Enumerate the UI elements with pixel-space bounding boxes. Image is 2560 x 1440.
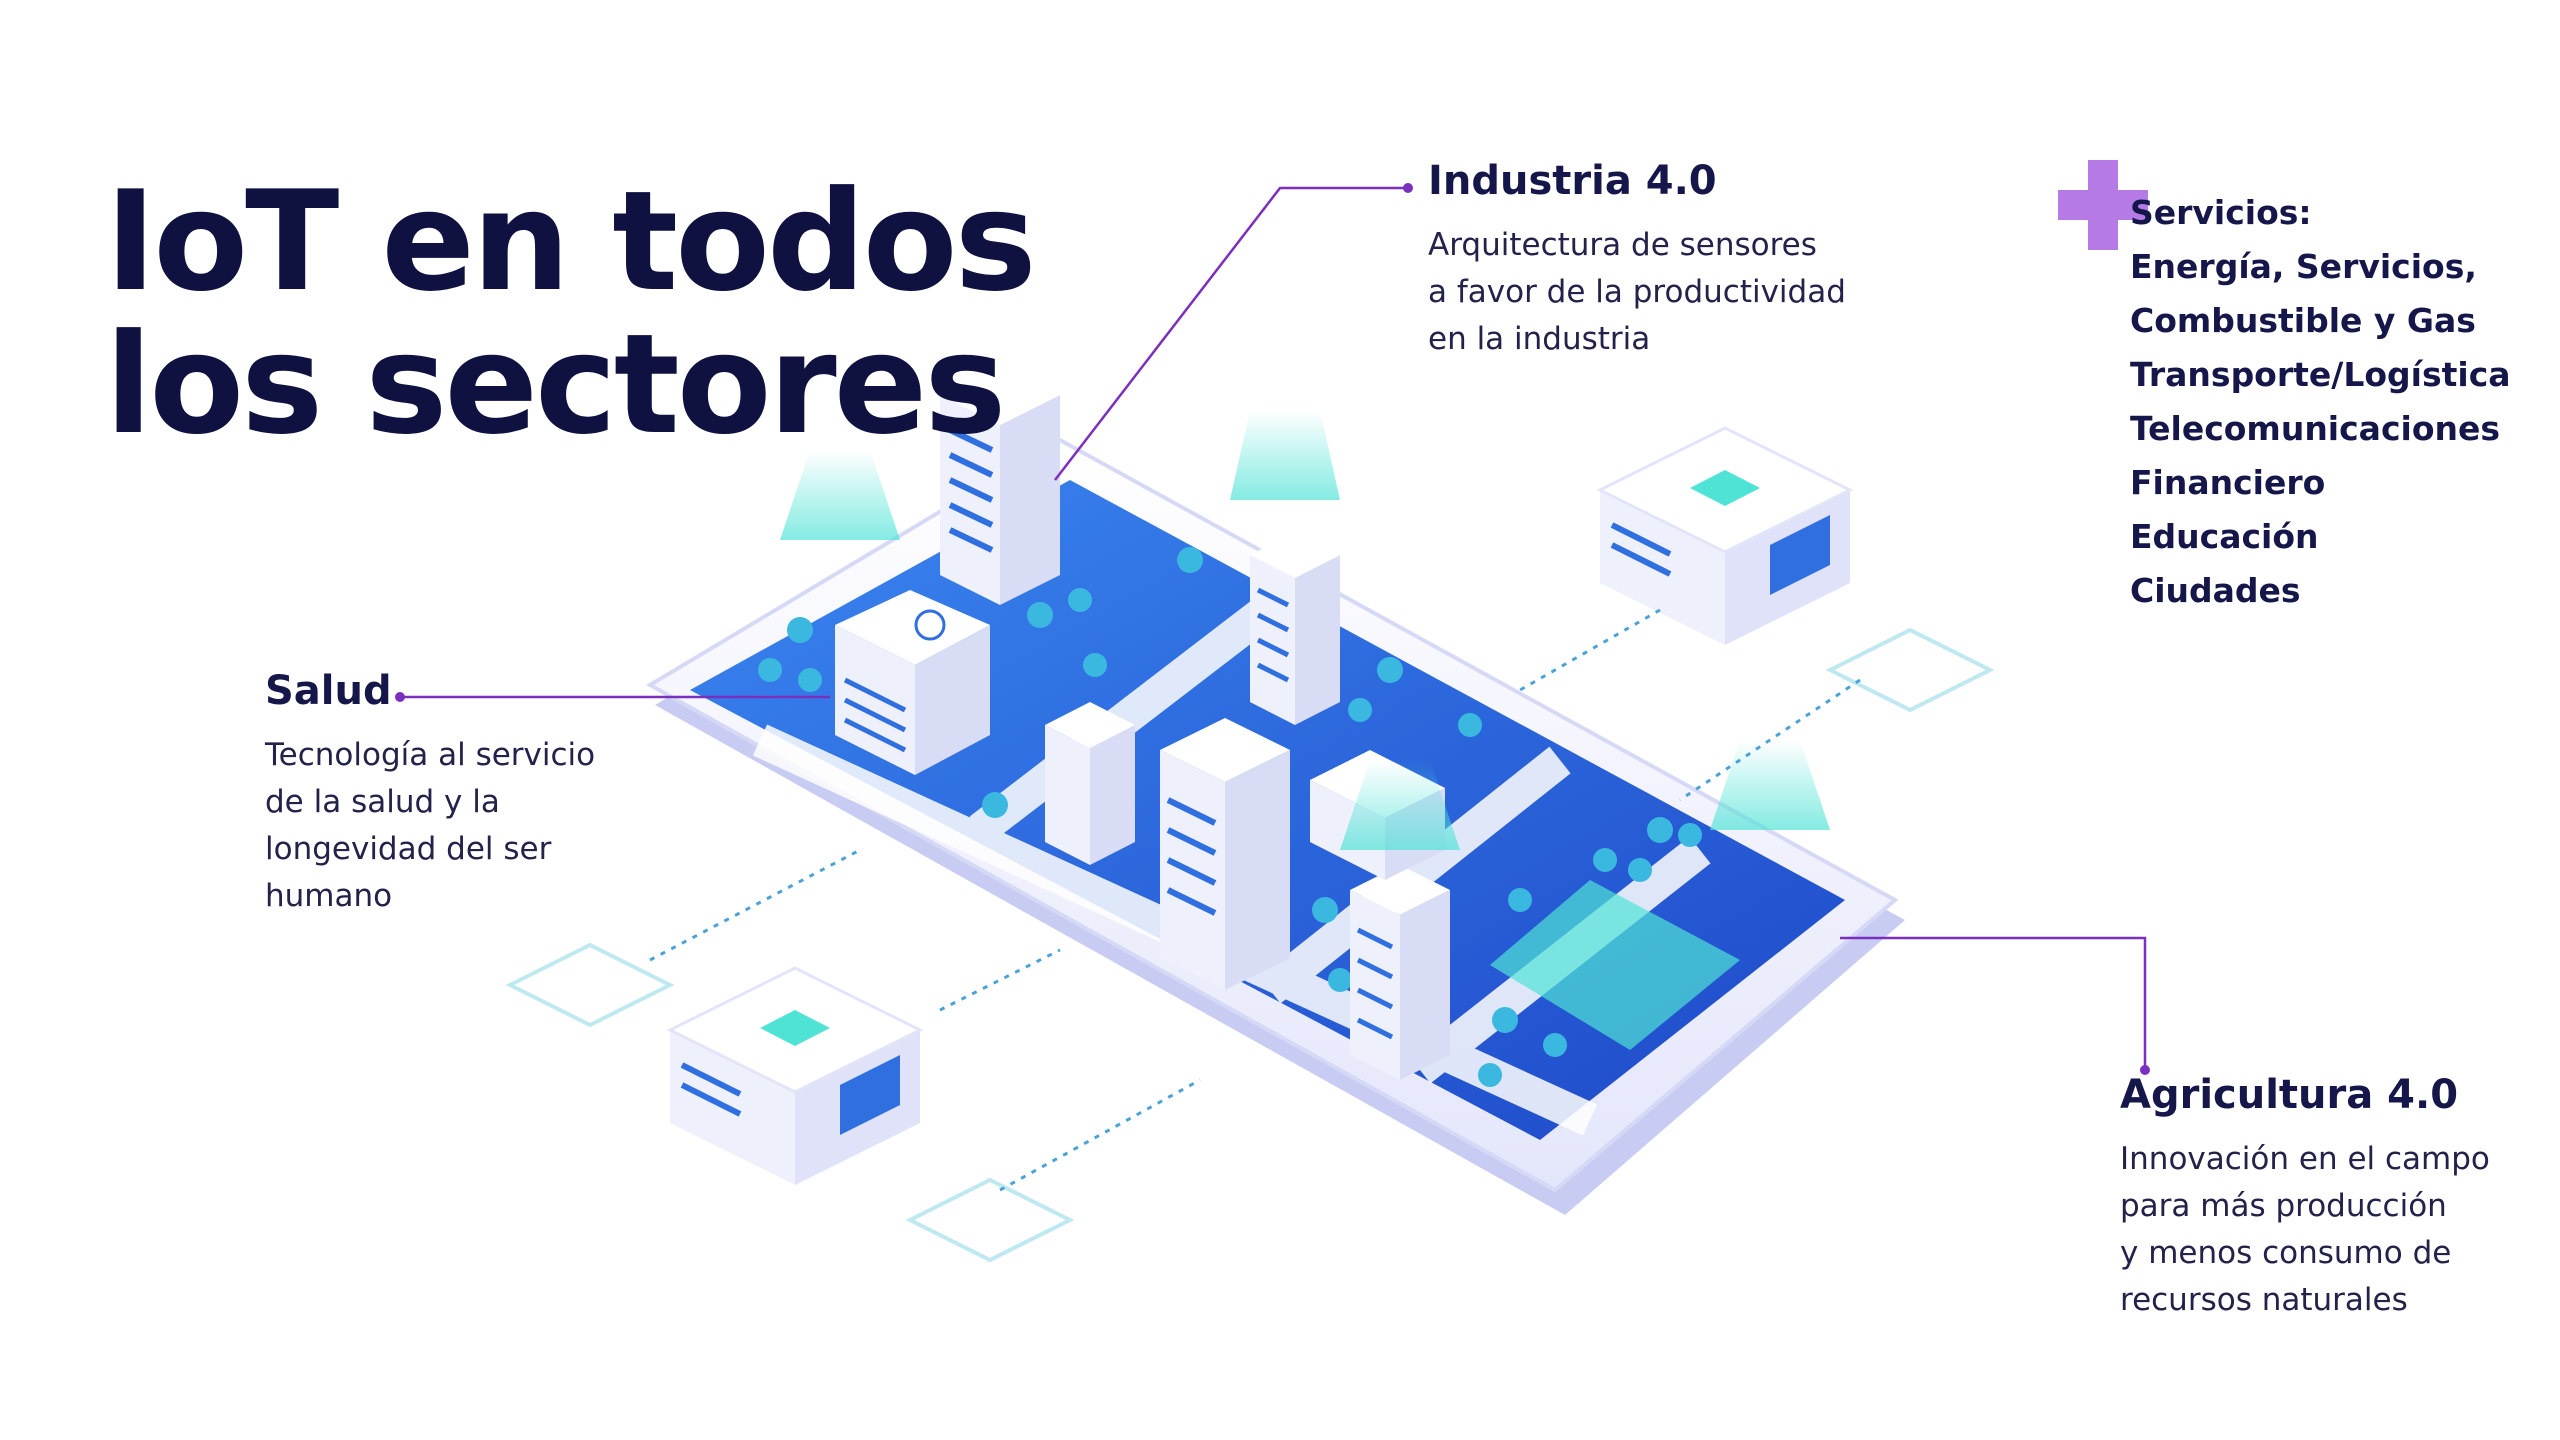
salud-desc-line: de la salud y la (265, 784, 500, 820)
agricultura-desc-line: recursos naturales (2120, 1282, 2408, 1318)
servicios-item: Servicios: (2130, 193, 2312, 232)
industria-desc-line: a favor de la productividad (1428, 274, 1846, 310)
servicios-item: Telecomunicaciones (2130, 409, 2501, 448)
servicios-item: Energía, Servicios, (2130, 247, 2477, 286)
industria-desc-line: Arquitectura de sensores (1428, 227, 1817, 263)
agricultura-desc-line: y menos consumo de (2120, 1235, 2452, 1271)
salud-desc-line: humano (265, 878, 393, 914)
industria-title: Industria 4.0 (1428, 158, 1717, 204)
servicios-list: Servicios: Energía, Servicios, Combustib… (2130, 186, 2511, 618)
device-box-right (1596, 426, 1854, 645)
agricultura-desc-line: para más producción (2120, 1188, 2447, 1224)
salud-section: Salud Tecnología al servicio de la salud… (265, 668, 595, 920)
agricultura-desc-line: Innovación en el campo (2120, 1141, 2490, 1177)
salud-title: Salud (265, 668, 392, 714)
agricultura-description: Innovación en el campo para más producci… (2120, 1136, 2490, 1324)
title-line-1: IoT en todos (105, 161, 1037, 322)
servicios-item: Educación (2130, 517, 2319, 556)
building-tower-3 (1045, 702, 1135, 865)
industria-description: Arquitectura de sensores a favor de la p… (1428, 222, 1846, 363)
servicios-item: Combustible y Gas (2130, 301, 2476, 340)
servicios-item: Financiero (2130, 463, 2326, 502)
servicios-item: Transporte/Logística (2130, 355, 2511, 394)
salud-description: Tecnología al servicio de la salud y la … (265, 732, 595, 920)
agricultura-section: Agricultura 4.0 Innovación en el campo p… (2120, 1072, 2490, 1324)
building-tower-5 (1350, 865, 1450, 1080)
industria-desc-line: en la industria (1428, 321, 1651, 357)
salud-desc-line: Tecnología al servicio (265, 737, 596, 773)
salud-desc-line: longevidad del ser (265, 831, 552, 867)
device-box-left (666, 966, 924, 1185)
title-line-2: los sectores (105, 304, 1006, 465)
agricultura-title: Agricultura 4.0 (2120, 1072, 2459, 1118)
industria-section: Industria 4.0 Arquitectura de sensores a… (1428, 158, 1846, 363)
building-tower-4 (1160, 718, 1290, 990)
servicios-item: Ciudades (2130, 571, 2301, 610)
building-tower-2 (1250, 532, 1340, 725)
page-title: IoT en todos los sectores (105, 161, 1037, 465)
